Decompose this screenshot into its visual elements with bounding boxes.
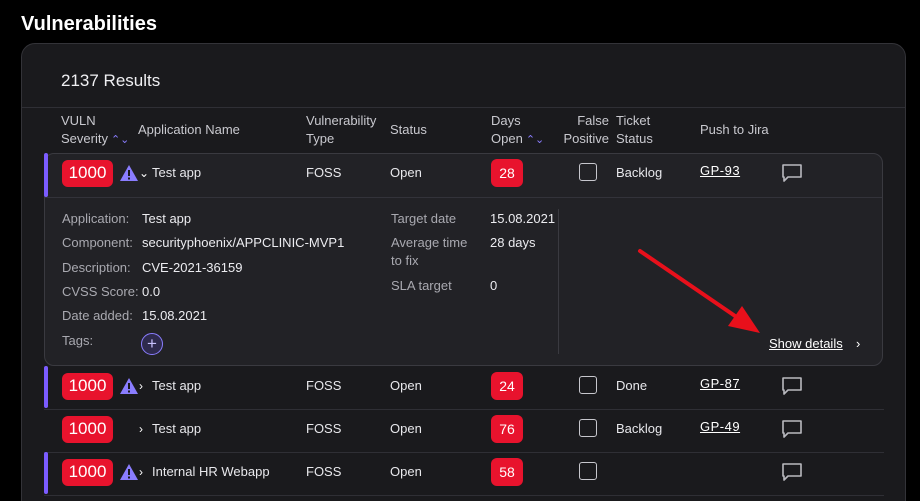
comment-icon[interactable] bbox=[781, 419, 803, 439]
status: Open bbox=[390, 378, 422, 393]
column-header-status: Status bbox=[390, 122, 427, 137]
app-name: Test app bbox=[152, 378, 202, 393]
header-divider bbox=[22, 107, 905, 108]
detail-component-label: Component: bbox=[62, 235, 133, 250]
sort-icon[interactable]: ⌃⌄ bbox=[526, 131, 544, 149]
chevron-down-icon[interactable]: ⌄ bbox=[139, 166, 149, 180]
severity-badge: 1000 bbox=[62, 373, 113, 400]
detail-date-added-value: 15.08.2021 bbox=[142, 308, 208, 323]
add-tag-button[interactable]: + bbox=[141, 333, 163, 355]
status: Open bbox=[390, 421, 422, 436]
chevron-right-icon[interactable]: › bbox=[139, 379, 143, 393]
vuln-type: FOSS bbox=[306, 378, 342, 393]
chevron-right-icon[interactable]: › bbox=[139, 465, 143, 479]
detail-component-value: securityphoenix/APPCLINIC-MVP1 bbox=[142, 235, 345, 250]
table-row[interactable]: 1000 › Internal HR Webapp FOSS Open 58 bbox=[44, 452, 884, 496]
row-divider bbox=[44, 495, 884, 496]
false-positive-checkbox[interactable] bbox=[579, 376, 597, 394]
warning-icon bbox=[120, 165, 138, 181]
table-row[interactable]: 1000 › Test app FOSS Open 24 Done GP-87 bbox=[44, 366, 884, 410]
detail-avg-time-value: 28 days bbox=[490, 235, 536, 250]
days-open-badge: 58 bbox=[491, 458, 523, 486]
column-header-false-positive: False Positive bbox=[563, 113, 609, 146]
false-positive-checkbox[interactable] bbox=[579, 419, 597, 437]
vuln-type: FOSS bbox=[306, 421, 342, 436]
detail-date-added-label: Date added: bbox=[62, 308, 133, 323]
chevron-right-icon[interactable]: › bbox=[856, 336, 860, 351]
ticket-status: Backlog bbox=[616, 165, 663, 180]
detail-avg-time-label: Average time to fix bbox=[391, 235, 468, 268]
detail-application-value: Test app bbox=[142, 211, 192, 226]
column-header-push-to-jira: Push to Jira bbox=[700, 122, 769, 137]
detail-target-date-label: Target date bbox=[391, 211, 457, 226]
table-row[interactable]: 1000 ⌄ Test app FOSS Open 28 Backlog GP-… bbox=[44, 153, 884, 195]
table-row[interactable]: 1000 › Test app FOSS Open 76 Backlog GP-… bbox=[44, 409, 884, 453]
comment-icon[interactable] bbox=[781, 376, 803, 396]
warning-icon bbox=[120, 378, 138, 394]
status: Open bbox=[390, 165, 422, 180]
severity-badge: 1000 bbox=[62, 416, 113, 443]
column-header-ticket-status: Ticket Status bbox=[616, 113, 653, 146]
detail-description-label: Description: bbox=[62, 260, 131, 275]
expanded-divider bbox=[45, 197, 882, 198]
warning-icon bbox=[120, 464, 138, 480]
sort-icon[interactable]: ⌃⌄ bbox=[111, 131, 129, 149]
vuln-type: FOSS bbox=[306, 464, 342, 479]
details-divider bbox=[558, 209, 559, 354]
column-header-severity[interactable]: VULN Severity ⌃⌄ bbox=[61, 112, 129, 149]
false-positive-checkbox[interactable] bbox=[579, 163, 597, 181]
column-header-application-name: Application Name bbox=[138, 122, 240, 137]
page-title: Vulnerabilities bbox=[21, 13, 157, 35]
chevron-right-icon[interactable]: › bbox=[139, 422, 143, 436]
column-header-days-open[interactable]: Days Open ⌃⌄ bbox=[491, 112, 544, 149]
results-count: 2137 Results bbox=[61, 71, 161, 90]
results-panel: 2137 Results VULN Severity ⌃⌄ Application… bbox=[21, 43, 906, 501]
jira-link[interactable]: GP-87 bbox=[700, 376, 740, 391]
severity-badge: 1000 bbox=[62, 459, 113, 486]
app-name: Test app bbox=[152, 165, 202, 180]
detail-description-value: CVE-2021-36159 bbox=[142, 260, 243, 275]
app-name: Test app bbox=[152, 421, 202, 436]
jira-link[interactable]: GP-49 bbox=[700, 419, 740, 434]
comment-icon[interactable] bbox=[781, 163, 803, 183]
false-positive-checkbox[interactable] bbox=[579, 462, 597, 480]
ticket-status: Backlog bbox=[616, 421, 663, 436]
app-name: Internal HR Webapp bbox=[152, 464, 270, 479]
detail-tags-label: Tags: bbox=[62, 333, 94, 348]
detail-sla-value: 0 bbox=[490, 278, 498, 293]
detail-cvss-label: CVSS Score: bbox=[62, 284, 139, 299]
severity-badge: 1000 bbox=[62, 160, 113, 187]
ticket-status: Done bbox=[616, 378, 648, 393]
days-open-badge: 28 bbox=[491, 159, 523, 187]
detail-sla-label: SLA target bbox=[391, 278, 452, 293]
status: Open bbox=[390, 464, 422, 479]
detail-cvss-value: 0.0 bbox=[142, 284, 161, 299]
days-open-badge: 76 bbox=[491, 415, 523, 443]
detail-target-date-value: 15.08.2021 bbox=[490, 211, 556, 226]
column-header-vulnerability-type: Vulnerability Type bbox=[306, 113, 377, 146]
jira-link[interactable]: GP-93 bbox=[700, 163, 740, 178]
show-details-link[interactable]: Show details bbox=[769, 336, 843, 351]
comment-icon[interactable] bbox=[781, 462, 803, 482]
days-open-badge: 24 bbox=[491, 372, 523, 400]
vuln-type: FOSS bbox=[306, 165, 342, 180]
detail-application-label: Application: bbox=[62, 211, 130, 226]
